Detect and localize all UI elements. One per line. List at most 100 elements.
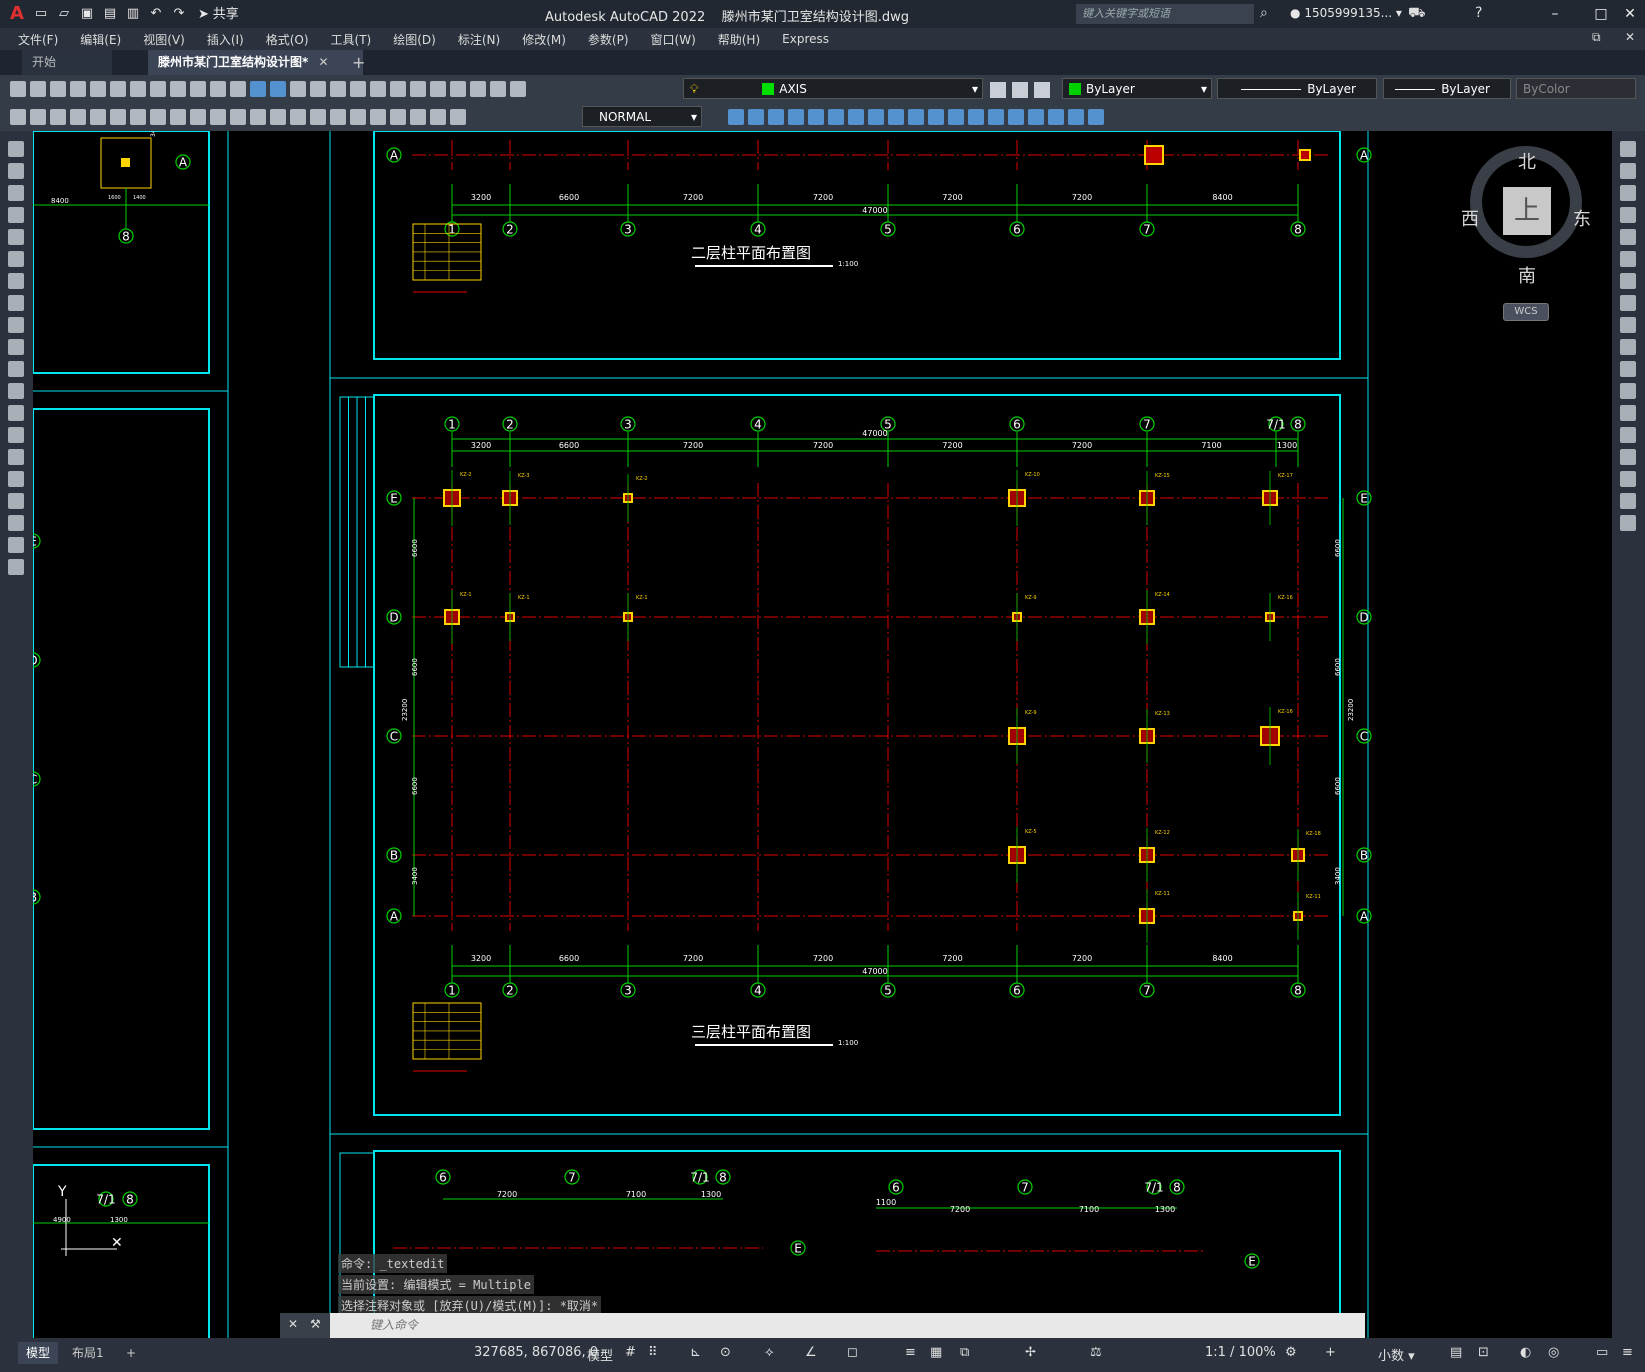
mod-8-icon[interactable] — [868, 109, 884, 125]
mod-13-icon[interactable] — [968, 109, 984, 125]
wcs-menu[interactable]: WCS — [1503, 303, 1549, 321]
tool-3-icon[interactable] — [50, 109, 66, 125]
save-icon[interactable]: ▣ — [79, 6, 95, 22]
plot-icon[interactable]: ▥ — [125, 6, 141, 22]
scale-icon[interactable] — [1620, 295, 1636, 311]
rotate-icon[interactable] — [1620, 273, 1636, 289]
center-mark-icon[interactable] — [350, 109, 366, 125]
spline-icon[interactable] — [8, 317, 24, 333]
maximize-button[interactable]: □ — [1591, 4, 1611, 24]
close-tab-icon[interactable]: ✕ — [318, 55, 328, 69]
pan-icon[interactable] — [290, 81, 306, 97]
ortho-icon[interactable]: ⊾ — [690, 1345, 701, 1360]
mod-1-icon[interactable] — [728, 109, 744, 125]
tool-2-icon[interactable] — [30, 109, 46, 125]
dim-aligned-icon[interactable] — [90, 109, 106, 125]
zoom-prev-icon[interactable] — [350, 81, 366, 97]
ellipse-arc-icon[interactable] — [8, 361, 24, 377]
clean-screen-icon[interactable]: ▭ — [1596, 1345, 1608, 1360]
workspace-gear-icon[interactable]: ⚙ — [1285, 1345, 1297, 1360]
mirror-icon[interactable] — [1620, 185, 1636, 201]
isodraft-icon[interactable]: ⟡ — [765, 1345, 774, 1360]
mod-15-icon[interactable] — [1008, 109, 1024, 125]
dim-space-icon[interactable] — [290, 109, 306, 125]
add-layout-icon[interactable]: + — [118, 1342, 144, 1364]
lineweight-toggle-icon[interactable]: ≡ — [905, 1345, 916, 1360]
help-icon[interactable] — [490, 81, 506, 97]
trim-icon[interactable] — [1620, 339, 1636, 355]
annotation-visibility-icon[interactable]: ⚖ — [1090, 1345, 1102, 1360]
stretch-icon[interactable] — [1620, 317, 1636, 333]
tab-start[interactable]: 开始 — [22, 50, 112, 75]
lock-ui-icon[interactable]: ⊡ — [1478, 1345, 1489, 1360]
menu-express[interactable]: Express — [782, 32, 829, 46]
close-cmd-icon[interactable]: ✕ — [288, 1317, 298, 1331]
line-icon[interactable] — [8, 141, 24, 157]
mod-2-icon[interactable] — [748, 109, 764, 125]
mod-19-icon[interactable] — [1088, 109, 1104, 125]
save-icon[interactable] — [50, 81, 66, 97]
transparency-icon[interactable]: ▦ — [930, 1345, 942, 1360]
tab-model[interactable]: 模型 — [18, 1342, 59, 1364]
zoom-window-icon[interactable] — [330, 81, 346, 97]
mod-14-icon[interactable] — [988, 109, 1004, 125]
polar-icon[interactable]: ⊙ — [720, 1345, 731, 1360]
sheetset-icon[interactable] — [430, 81, 446, 97]
dim-break-icon[interactable] — [310, 109, 326, 125]
annomonitor-icon[interactable]: + — [1325, 1345, 1336, 1360]
markup-icon[interactable] — [450, 81, 466, 97]
model-space-button[interactable]: 模型 — [587, 1345, 613, 1364]
region-icon[interactable] — [8, 493, 24, 509]
customize-cmd-icon[interactable]: ⚒ — [310, 1317, 321, 1331]
palettes-icon[interactable] — [410, 81, 426, 97]
viewcube-south[interactable]: 南 — [1518, 262, 1536, 288]
menu-view[interactable]: 视图(V) — [143, 31, 185, 48]
dim-jogged-icon[interactable] — [170, 109, 186, 125]
layer-prev-icon[interactable] — [1012, 82, 1028, 98]
layer-dropdown[interactable]: 💡︎ AXIS ▾ — [683, 78, 983, 99]
menu-tools[interactable]: 工具(T) — [331, 31, 372, 48]
point-icon[interactable] — [8, 427, 24, 443]
close-button[interactable]: ✕ — [1620, 4, 1640, 24]
coordinates-readout[interactable]: 327685, 867086, 0 — [474, 1345, 598, 1360]
dim-edit-icon[interactable] — [410, 109, 426, 125]
mod-5-icon[interactable] — [808, 109, 824, 125]
explode-icon[interactable] — [1620, 515, 1636, 531]
mod-12-icon[interactable] — [948, 109, 964, 125]
menu-file[interactable]: 文件(F) — [18, 31, 58, 48]
polyline-icon[interactable] — [8, 185, 24, 201]
undo-icon[interactable] — [250, 81, 266, 97]
redo-icon[interactable]: ↷ — [171, 6, 187, 22]
mod-4-icon[interactable] — [788, 109, 804, 125]
menu-parametric[interactable]: 参数(P) — [588, 31, 629, 48]
tab-layout1[interactable]: 布局1 — [64, 1342, 112, 1364]
osnap-icon[interactable]: ◻ — [847, 1345, 858, 1360]
save-as-icon[interactable]: ▤ — [102, 6, 118, 22]
new-icon[interactable] — [10, 81, 26, 97]
share-button[interactable]: ➤ 共享 — [198, 6, 239, 22]
redo-icon[interactable] — [270, 81, 286, 97]
open-icon[interactable] — [30, 81, 46, 97]
mod-16-icon[interactable] — [1028, 109, 1044, 125]
zoom-icon[interactable] — [310, 81, 326, 97]
dim-text-edit-icon[interactable] — [430, 109, 446, 125]
print-icon[interactable] — [70, 81, 86, 97]
cart-icon[interactable]: ⛟ — [1408, 5, 1426, 23]
command-input[interactable]: 键入命令 — [330, 1313, 1365, 1338]
dim-update-icon[interactable] — [450, 109, 466, 125]
open-file-icon[interactable]: ▱ — [56, 6, 72, 22]
dim-arc-icon[interactable] — [110, 109, 126, 125]
linetype-dropdown[interactable]: ByLayer — [1217, 78, 1377, 99]
dim-baseline-icon[interactable] — [250, 109, 266, 125]
viewcube-west[interactable]: 西 — [1461, 205, 1479, 231]
mod-6-icon[interactable] — [828, 109, 844, 125]
mod-11-icon[interactable] — [928, 109, 944, 125]
osnap-tracking-icon[interactable]: ∠ — [805, 1345, 817, 1360]
extend-icon[interactable] — [1620, 361, 1636, 377]
cut-icon[interactable] — [150, 81, 166, 97]
preview-icon[interactable] — [90, 81, 106, 97]
menu-modify[interactable]: 修改(M) — [522, 31, 566, 48]
ellipse-icon[interactable] — [8, 339, 24, 355]
help-icon[interactable]: ? — [1475, 5, 1482, 21]
selection-cycling-icon[interactable]: ⧉ — [960, 1345, 969, 1360]
